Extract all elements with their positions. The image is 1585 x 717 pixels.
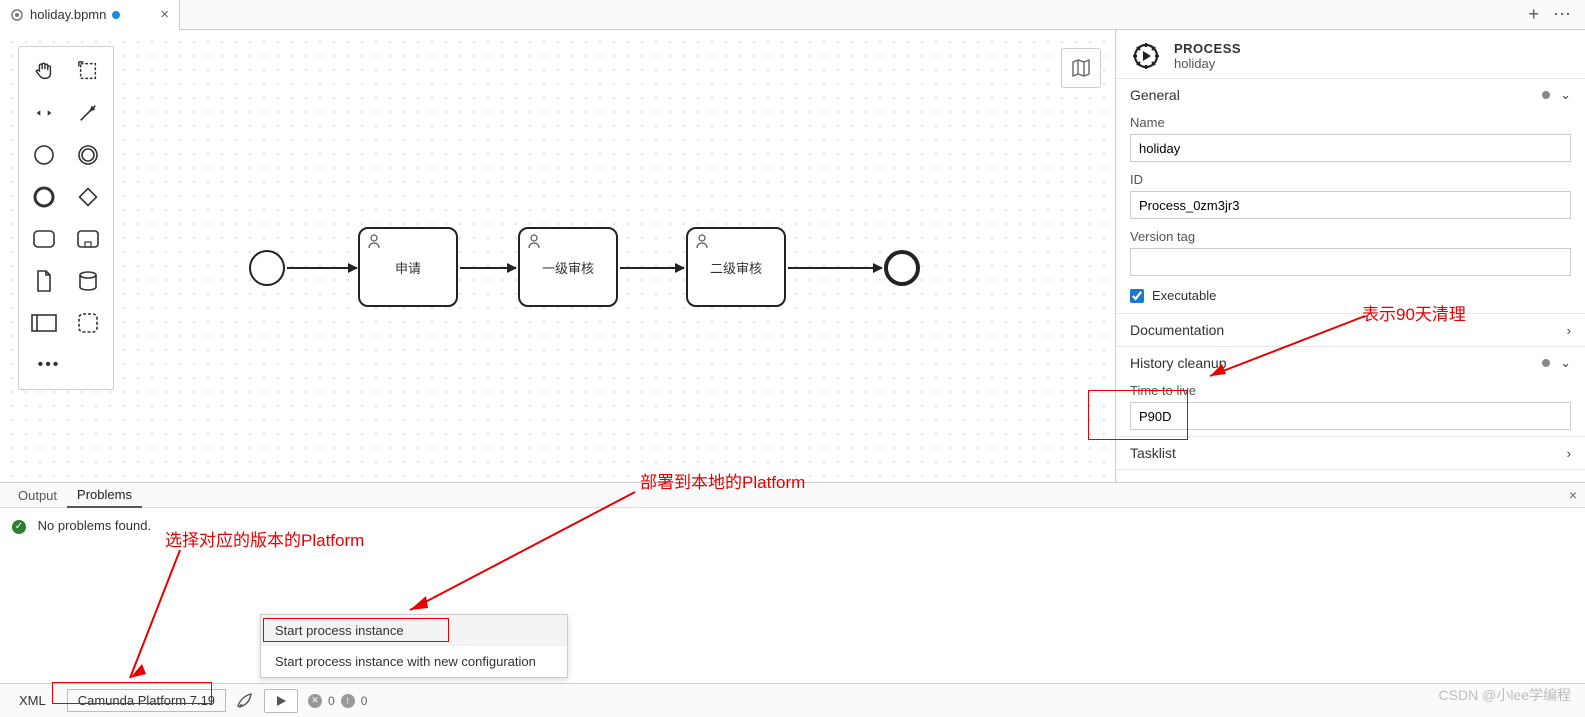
name-label: Name [1130,115,1571,130]
palette-more-icon[interactable]: ••• [23,345,65,385]
user-task-icon [694,233,710,249]
bpmn-file-icon [10,8,24,22]
status-bar: XML Camunda Platform 7.19 ✕0 !0 [0,683,1585,717]
chevron-right-icon: › [1567,446,1571,461]
connect-tool-icon[interactable] [67,93,109,133]
user-task-icon [526,233,542,249]
annotation-arrow-icon [400,490,640,620]
space-tool-icon[interactable] [23,93,65,133]
tab-menu-icon[interactable]: ⋯ [1553,4,1571,25]
task-label: 二级审核 [710,258,762,277]
properties-header: PROCESS holiday [1116,30,1585,78]
watermark: CSDN @小lee学编程 [1439,685,1571,705]
xml-toggle[interactable]: XML [8,689,57,712]
start-event-tool-icon[interactable] [23,135,65,175]
user-task[interactable]: 一级审核 [518,227,618,307]
pool-tool-icon[interactable] [23,303,65,343]
executable-label: Executable [1152,288,1216,303]
props-type-label: PROCESS [1174,41,1241,56]
file-tab[interactable]: holiday.bpmn × [0,0,180,30]
sequence-flow[interactable] [788,267,882,269]
error-count-icon: ✕ [308,694,322,708]
data-object-tool-icon[interactable] [23,261,65,301]
tab-output[interactable]: Output [8,484,67,507]
version-tag-label: Version tag [1130,229,1571,244]
panel-close-icon[interactable]: × [1569,487,1577,503]
hand-tool-icon[interactable] [23,51,65,91]
subprocess-tool-icon[interactable] [67,219,109,259]
problem-counts[interactable]: ✕0 !0 [308,694,367,708]
platform-selector[interactable]: Camunda Platform 7.19 [67,689,226,712]
tab-problems[interactable]: Problems [67,483,142,508]
id-input[interactable] [1130,191,1571,219]
ttl-label: Time to live [1130,383,1571,398]
minimap-toggle-icon[interactable] [1061,48,1101,88]
tool-palette: ••• [18,46,114,390]
unsaved-indicator-icon [112,11,120,19]
task-tool-icon[interactable] [23,219,65,259]
user-task[interactable]: 申请 [358,227,458,307]
end-event-tool-icon[interactable] [23,177,65,217]
section-tasklist[interactable]: Tasklist › [1116,436,1585,470]
bpmn-canvas[interactable]: ••• 申请 一级审核 二级审核 [0,30,1115,482]
intermediate-event-tool-icon[interactable] [67,135,109,175]
play-icon [275,695,287,707]
properties-panel: PROCESS holiday General ⌄ Name ID Versio… [1115,30,1585,482]
end-event[interactable] [884,250,920,286]
new-tab-icon[interactable]: + [1528,4,1539,25]
version-tag-input[interactable] [1130,248,1571,276]
chevron-down-icon: ⌄ [1560,355,1571,371]
ttl-input[interactable] [1130,402,1571,430]
menu-start-process-config[interactable]: Start process instance with new configur… [261,646,567,677]
problems-message: No problems found. [38,518,151,533]
annotation-arrow-icon [120,548,200,686]
output-panel-tabs: Output Problems × [0,482,1585,508]
lasso-tool-icon[interactable] [67,51,109,91]
section-general[interactable]: General ⌄ [1116,78,1585,111]
success-icon: ✓ [12,520,26,534]
sequence-flow[interactable] [460,267,516,269]
id-label: ID [1130,172,1571,187]
context-menu: Start process instance Start process ins… [260,614,568,678]
gateway-tool-icon[interactable] [67,177,109,217]
warn-count-icon: ! [341,694,355,708]
group-tool-icon[interactable] [67,303,109,343]
task-label: 申请 [395,258,421,277]
chevron-down-icon: ⌄ [1560,87,1571,103]
user-task-icon [366,233,382,249]
tab-filename: holiday.bpmn [30,7,106,22]
start-event[interactable] [249,250,285,286]
process-icon [1130,40,1162,72]
section-indicator-icon [1542,359,1550,367]
annotation-arrow-icon [1200,314,1370,384]
chevron-right-icon: › [1567,323,1571,338]
data-store-tool-icon[interactable] [67,261,109,301]
output-panel-body: ✓ No problems found. [0,508,1585,680]
user-task[interactable]: 二级审核 [686,227,786,307]
sequence-flow[interactable] [620,267,684,269]
section-indicator-icon [1542,91,1550,99]
props-name-label: holiday [1174,56,1241,71]
executable-checkbox[interactable] [1130,289,1144,303]
run-button[interactable] [264,689,298,713]
deploy-icon[interactable] [236,692,254,710]
tab-bar: holiday.bpmn × + ⋯ [0,0,1585,30]
menu-start-process[interactable]: Start process instance [261,615,567,646]
task-label: 一级审核 [542,258,594,277]
sequence-flow[interactable] [287,267,357,269]
tab-close-icon[interactable]: × [160,6,169,23]
name-input[interactable] [1130,134,1571,162]
